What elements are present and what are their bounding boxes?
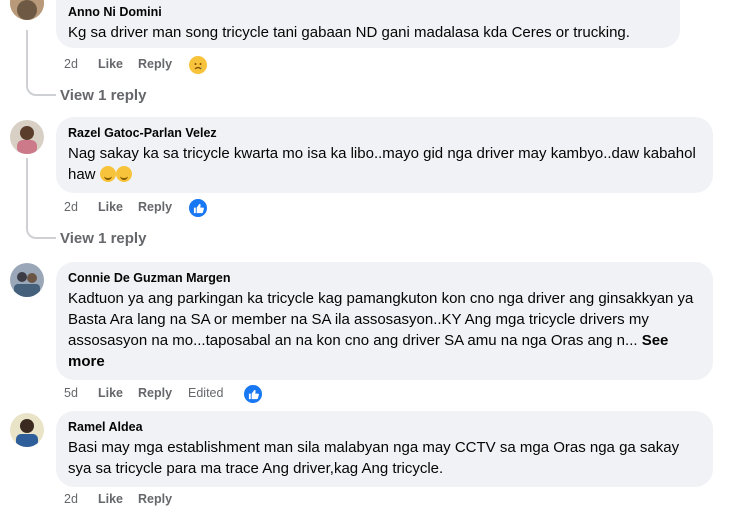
comment-bubble: Anno Ni Domini Kg sa driver man song tri…: [56, 0, 680, 48]
comment-bubble: Connie De Guzman Margen Kadtuon ya ang p…: [56, 262, 713, 380]
comment-author[interactable]: Connie De Guzman Margen: [68, 270, 701, 286]
avatar[interactable]: [10, 120, 44, 154]
comment-bubble: Razel Gatoc-Parlan Velez Nag sakay ka sa…: [56, 117, 713, 193]
thread-connector: [26, 70, 56, 96]
comment-text-content: Nag sakay ka sa tricycle kwarta mo isa k…: [68, 145, 696, 183]
like-reaction-icon: [187, 197, 209, 219]
comment-time[interactable]: 2d: [64, 489, 78, 509]
avatar[interactable]: [10, 413, 44, 447]
comment-author[interactable]: Razel Gatoc-Parlan Velez: [68, 125, 701, 141]
reply-button[interactable]: Reply: [138, 54, 172, 74]
thread-connector: [26, 213, 56, 239]
comment-time[interactable]: 2d: [64, 54, 78, 74]
edited-label[interactable]: Edited: [188, 383, 223, 403]
comment-text-content: Kadtuon ya ang parkingan ka tricycle kag…: [68, 290, 694, 349]
comment-bubble: Ramel Aldea Basi may mga establishment m…: [56, 411, 713, 487]
thinking-face-icon: [99, 166, 116, 182]
avatar[interactable]: [10, 263, 44, 297]
comment-time[interactable]: 2d: [64, 197, 78, 217]
like-button[interactable]: Like: [98, 197, 123, 217]
like-reaction-icon: [242, 383, 264, 405]
comment-text: Kadtuon ya ang parkingan ka tricycle kag…: [68, 288, 701, 372]
view-replies-link[interactable]: View 1 reply: [60, 230, 146, 247]
reply-button[interactable]: Reply: [138, 197, 172, 217]
like-button[interactable]: Like: [98, 489, 123, 509]
like-button[interactable]: Like: [98, 383, 123, 403]
comment-author[interactable]: Anno Ni Domini: [68, 4, 668, 20]
comment-time[interactable]: 5d: [64, 383, 78, 403]
avatar[interactable]: [10, 0, 44, 20]
view-replies-link[interactable]: View 1 reply: [60, 87, 146, 104]
comment-author[interactable]: Ramel Aldea: [68, 419, 701, 435]
reply-button[interactable]: Reply: [138, 383, 172, 403]
comment-text: Nag sakay ka sa tricycle kwarta mo isa k…: [68, 143, 701, 185]
like-button[interactable]: Like: [98, 54, 123, 74]
thinking-face-icon: [115, 166, 132, 182]
comment-text: Kg sa driver man song tricycle tani gaba…: [68, 24, 630, 41]
comment-text: Basi may mga establishment man sila mala…: [68, 439, 680, 477]
sad-reaction-icon: [187, 54, 209, 76]
reply-button[interactable]: Reply: [138, 489, 172, 509]
